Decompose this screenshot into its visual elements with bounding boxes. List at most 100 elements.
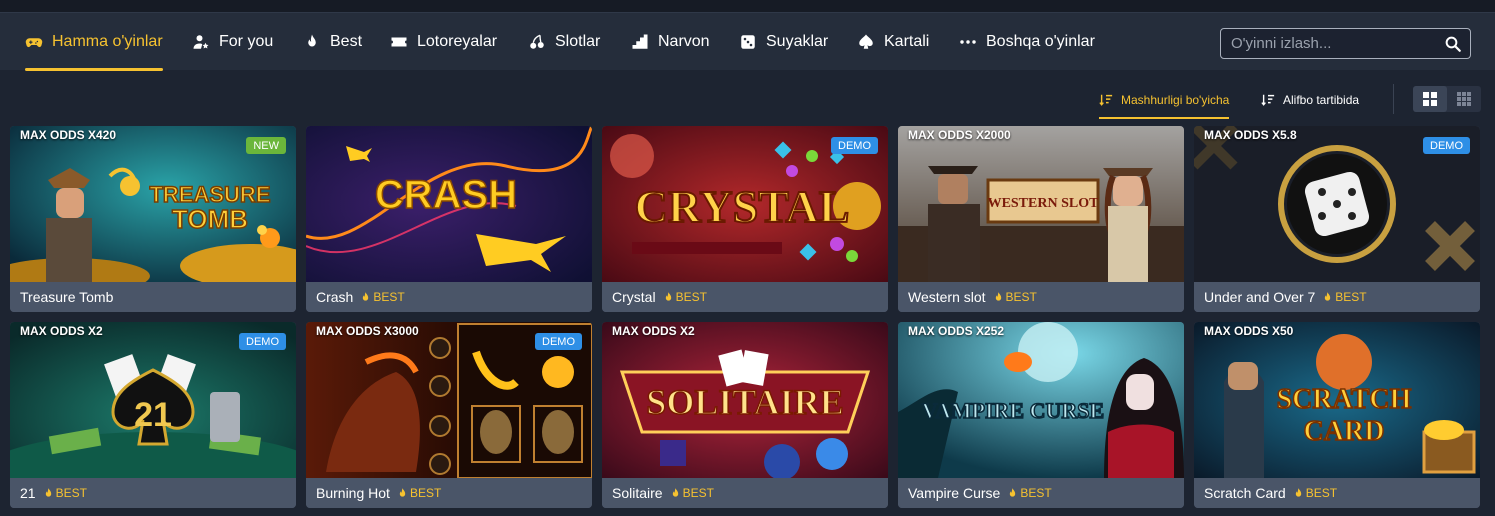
- nav-tab-ladder[interactable]: Narvon: [631, 13, 710, 71]
- game-name: Solitaire: [612, 485, 663, 501]
- logo-text: WESTERN SLOT: [988, 196, 1098, 211]
- best-tag: BEST: [664, 290, 707, 304]
- game-name: Burning Hot: [316, 485, 390, 501]
- dice-icon: [739, 33, 757, 51]
- flame-icon: [45, 487, 51, 497]
- sort-desc-icon: [1099, 94, 1113, 106]
- flame-icon: [399, 487, 406, 497]
- nav-tab-for-you[interactable]: For you: [192, 13, 273, 71]
- nav-tab-other[interactable]: Boshqa o'yinlar: [959, 13, 1095, 71]
- game-card-burning-hot[interactable]: MAX ODDS X3000 DEMO Burning Hot BEST: [306, 322, 592, 508]
- cherry-icon: [528, 33, 546, 51]
- nav-tab-label: Best: [330, 33, 363, 50]
- game-card-vampire-curse[interactable]: VAMPIRE CURSE MAX ODDS X252 Vampire Curs…: [898, 322, 1184, 508]
- grid-large-icon: [1423, 92, 1437, 106]
- stairs-icon: [631, 33, 649, 51]
- sort-desc-icon: [1261, 94, 1275, 106]
- logo-text: SOLITAIRE: [646, 382, 843, 422]
- search-input[interactable]: [1231, 35, 1431, 52]
- game-card-scratch-card[interactable]: SCRATCH CARD MAX ODDS X50 Scratch Card B…: [1194, 322, 1480, 508]
- best-tag: BEST: [398, 486, 441, 500]
- logo-text-2: TOMB: [172, 204, 248, 234]
- spade-icon: [857, 33, 875, 51]
- sort-alphabetical[interactable]: Alifbo tartibida: [1261, 86, 1359, 114]
- nav-tab-best[interactable]: Best: [303, 13, 362, 71]
- nav-tab-all-games[interactable]: Hamma o'yinlar: [25, 13, 163, 71]
- best-label: BEST: [1305, 486, 1338, 500]
- game-name: Western slot: [908, 289, 986, 305]
- flame-icon: [665, 291, 671, 301]
- large-grid-view-button[interactable]: [1413, 86, 1447, 112]
- game-name: Crystal: [612, 289, 656, 305]
- nav-tab-dice[interactable]: Suyaklar: [739, 13, 828, 71]
- best-label: BEST: [55, 486, 87, 500]
- max-odds-label: MAX ODDS X2: [612, 324, 695, 338]
- game-name: Vampire Curse: [908, 485, 1001, 501]
- view-toggle: [1413, 86, 1481, 112]
- card-caption: 21 BEST: [10, 478, 296, 508]
- sort-label: Alifbo tartibida: [1283, 93, 1360, 107]
- game-logo: CRYSTAL: [634, 180, 851, 233]
- search-icon[interactable]: [1444, 35, 1462, 53]
- nav-tab-label: Slotlar: [555, 33, 601, 50]
- game-card-under-over-7[interactable]: MAX ODDS X5.8 DEMO Under and Over 7 BEST: [1194, 126, 1480, 312]
- nav-tab-label: Hamma o'yinlar: [52, 33, 163, 50]
- logo-text: CRYSTAL: [635, 181, 850, 232]
- small-grid-view-button[interactable]: [1447, 86, 1481, 112]
- nav-tab-slots[interactable]: Slotlar: [528, 13, 600, 71]
- nav-tab-label: Boshqa o'yinlar: [986, 33, 1095, 50]
- card-caption: Scratch Card BEST: [1194, 478, 1480, 508]
- ticket-icon: [390, 33, 408, 51]
- top-strip: [0, 0, 1495, 12]
- nav-tab-label: Suyaklar: [766, 33, 829, 50]
- max-odds-label: MAX ODDS X50: [1204, 324, 1294, 338]
- best-label: BEST: [373, 290, 405, 304]
- demo-badge: DEMO: [239, 333, 286, 350]
- game-logo: SOLITAIRE: [646, 381, 845, 423]
- flame-icon: [303, 33, 321, 51]
- best-label: BEST: [409, 486, 442, 500]
- game-logo: VAMPIRE CURSE: [921, 397, 1105, 424]
- game-name: Scratch Card: [1204, 485, 1286, 501]
- card-caption: Crystal BEST: [602, 282, 888, 312]
- best-label: BEST: [1020, 486, 1052, 500]
- max-odds-label: MAX ODDS X2: [20, 324, 103, 338]
- best-tag: BEST: [1294, 486, 1337, 500]
- best-tag: BEST: [361, 290, 405, 304]
- nav-tab-label: For you: [219, 33, 274, 50]
- card-caption: Under and Over 7 BEST: [1194, 282, 1480, 312]
- flame-icon: [1325, 291, 1331, 301]
- game-logo: SCRATCH CARD: [1276, 383, 1413, 448]
- best-label: BEST: [682, 486, 714, 500]
- card-caption: Treasure Tomb: [10, 282, 296, 312]
- best-tag: BEST: [44, 486, 87, 500]
- category-nav: Hamma o'yinlar For you Best Lotoreyalar …: [0, 12, 1495, 71]
- max-odds-label: MAX ODDS X3000: [316, 324, 419, 338]
- demo-badge: DEMO: [1423, 137, 1470, 154]
- card-caption: Solitaire BEST: [602, 478, 888, 508]
- game-card-crystal[interactable]: CRYSTAL DEMO Crystal BEST: [602, 126, 888, 312]
- game-card-crash[interactable]: CRASH Crash BEST: [306, 126, 592, 312]
- logo-text: 21: [134, 396, 172, 434]
- nav-tab-lottery[interactable]: Lotoreyalar: [390, 13, 497, 71]
- sort-label: Mashhurligi bo'yicha: [1121, 93, 1230, 107]
- game-card-21[interactable]: 21 MAX ODDS X2 DEMO 21 BEST: [10, 322, 296, 508]
- game-card-solitaire[interactable]: SOLITAIRE MAX ODDS X2 Solitaire BEST: [602, 322, 888, 508]
- dots-icon: [959, 33, 977, 51]
- game-card-treasure-tomb[interactable]: TREASURE TOMB MAX ODDS X420 NEW Treasure…: [10, 126, 296, 312]
- flame-icon: [1295, 487, 1301, 497]
- nav-tab-label: Kartali: [884, 33, 930, 50]
- max-odds-label: MAX ODDS X2000: [908, 128, 1011, 142]
- game-logo: WESTERN SLOT: [988, 196, 1098, 211]
- best-tag: BEST: [1323, 290, 1367, 304]
- game-card-western-slot[interactable]: WESTERN SLOT MAX ODDS X2000 Western slot…: [898, 126, 1184, 312]
- best-tag: BEST: [1008, 486, 1052, 500]
- sort-by-popularity[interactable]: Mashhurligi bo'yicha: [1099, 86, 1230, 119]
- max-odds-label: MAX ODDS X252: [908, 324, 1005, 338]
- nav-tab-cards[interactable]: Kartali: [857, 13, 929, 71]
- demo-badge: DEMO: [535, 333, 582, 350]
- best-label: BEST: [675, 290, 707, 304]
- max-odds-label: MAX ODDS X420: [20, 128, 117, 142]
- divider: [1393, 84, 1394, 114]
- search-box: [1220, 28, 1471, 59]
